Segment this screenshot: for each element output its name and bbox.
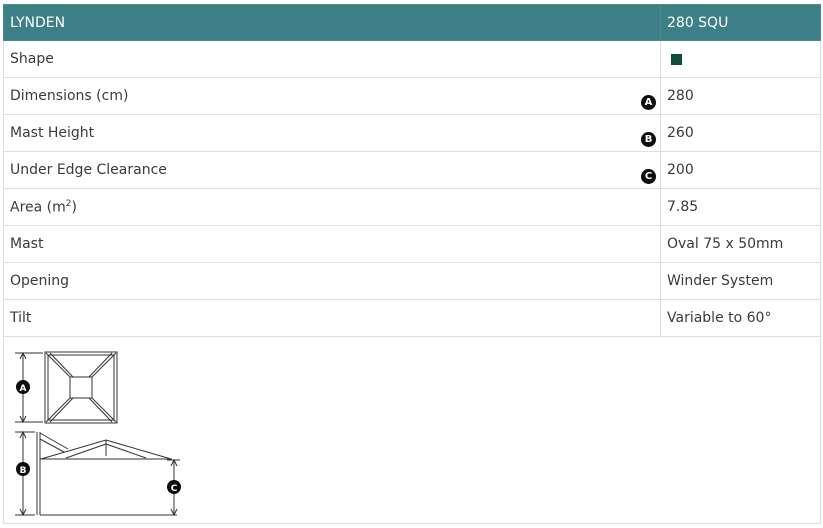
row-value: 280 <box>660 77 821 115</box>
marker-b-icon: B <box>641 132 656 147</box>
umbrella-diagram: A B C <box>15 351 181 517</box>
row-label-cell: Under Edge Clearance C <box>3 151 661 189</box>
row-value: Oval 75 x 50mm <box>660 225 821 263</box>
table-row: Area (m2) 7.85 <box>3 188 821 226</box>
area-label-end: ) <box>71 199 77 216</box>
row-label: Under Edge Clearance <box>10 162 167 178</box>
table-row: Dimensions (cm) A 280 <box>3 77 821 115</box>
marker-a-icon: A <box>16 380 30 394</box>
row-label: Mast Height <box>10 125 95 141</box>
marker-b-icon: B <box>16 462 30 476</box>
marker-a-icon: A <box>641 95 656 110</box>
row-value: Winder System <box>660 262 821 300</box>
row-value: Variable to 60° <box>660 299 821 337</box>
shape-value <box>660 40 821 78</box>
row-label-cell: Dimensions (cm) A <box>3 77 661 115</box>
side-view-umbrella <box>36 432 177 516</box>
marker-c-label: C <box>171 484 178 494</box>
table-row: Opening Winder System <box>3 262 821 300</box>
marker-a-label: A <box>20 384 27 394</box>
diagram-row: A B C <box>3 336 821 524</box>
spec-table: LYNDEN 280 SQU Shape Dimensions (cm) A 2… <box>3 4 821 524</box>
spec-table-wrapper: LYNDEN 280 SQU Shape Dimensions (cm) A 2… <box>3 4 821 524</box>
row-label: Mast <box>3 225 661 263</box>
row-label: Area (m2) <box>3 188 661 226</box>
row-label: Shape <box>3 40 661 78</box>
row-value: 260 <box>660 114 821 152</box>
row-label-cell: Mast Height B <box>3 114 661 152</box>
table-row: Shape <box>3 40 821 78</box>
marker-b-label: B <box>20 466 27 476</box>
row-label: Dimensions (cm) <box>10 88 129 104</box>
table-row: Tilt Variable to 60° <box>3 299 821 337</box>
row-value: 7.85 <box>660 188 821 226</box>
diagram-cell: A B C <box>3 336 821 524</box>
table-row: Mast Height B 260 <box>3 114 821 152</box>
table-row: Mast Oval 75 x 50mm <box>3 225 821 263</box>
marker-c-icon: C <box>167 480 181 494</box>
model-header: 280 SQU <box>660 4 821 41</box>
row-value: 200 <box>660 151 821 189</box>
area-label-base: Area (m <box>10 199 66 216</box>
row-label: Opening <box>3 262 661 300</box>
marker-c-icon: C <box>641 169 656 184</box>
top-view-canopy <box>44 351 118 424</box>
square-shape-icon <box>671 53 682 65</box>
product-name-header: LYNDEN <box>3 4 661 41</box>
table-header-row: LYNDEN 280 SQU <box>3 4 821 41</box>
table-row: Under Edge Clearance C 200 <box>3 151 821 189</box>
row-label: Tilt <box>3 299 661 337</box>
